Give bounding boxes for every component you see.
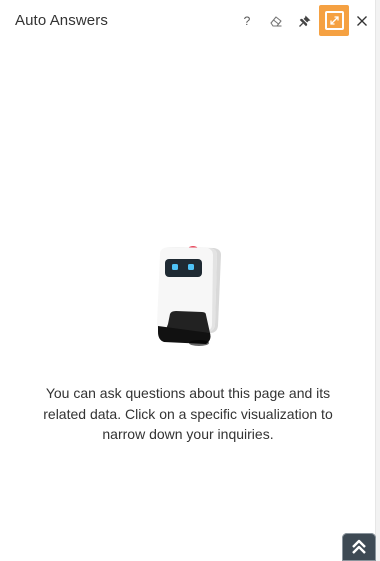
eraser-icon — [270, 16, 282, 27]
clear-button[interactable] — [264, 8, 288, 34]
panel-title: Auto Answers — [15, 12, 108, 29]
expand-icon — [329, 16, 339, 25]
help-icon: ? — [243, 14, 251, 28]
double-chevron-up-icon — [352, 539, 366, 554]
robot-illustration — [157, 246, 221, 346]
pin-icon — [299, 15, 311, 27]
close-button[interactable] — [350, 8, 374, 34]
panel-header: Auto Answers ? — [0, 0, 376, 42]
auto-answers-panel: Auto Answers ? You can ask questions abo… — [0, 0, 376, 561]
scroll-to-top-button[interactable] — [342, 533, 376, 561]
expand-button[interactable] — [319, 5, 349, 36]
panel-scroll-edge — [376, 0, 380, 561]
pin-button[interactable] — [293, 8, 317, 34]
help-button[interactable]: ? — [235, 8, 259, 34]
expand-icon-frame — [324, 11, 344, 30]
close-icon — [357, 16, 367, 26]
empty-state-message: You can ask questions about this page an… — [43, 385, 333, 442]
